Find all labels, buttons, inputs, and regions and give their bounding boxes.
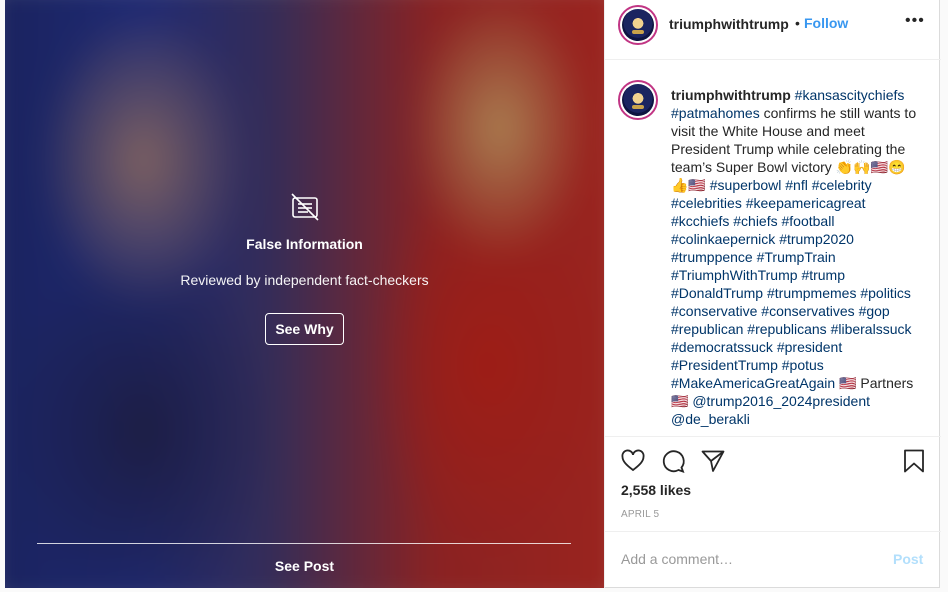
likes-count[interactable]: 2,558 likes xyxy=(621,482,691,498)
hashtag-link[interactable]: #liberalssuck xyxy=(831,321,912,337)
hashtag-link[interactable]: #keepamericagreat xyxy=(746,195,866,211)
fact-checkers-link[interactable]: independent fact-checkers xyxy=(264,272,428,288)
hashtag-link[interactable]: #patmahomes xyxy=(671,105,760,121)
post-sidebar: triumphwithtrump • Follow ••• triumphwit… xyxy=(604,0,941,588)
post-comment-button[interactable]: Post xyxy=(893,551,923,567)
hashtag-link[interactable]: #democratssuck xyxy=(671,339,773,355)
header-username[interactable]: triumphwithtrump xyxy=(669,16,789,32)
fact-check-overlay: False Information Reviewed by independen… xyxy=(5,190,604,345)
fact-check-reviewed: Reviewed by independent fact-checkers xyxy=(180,272,429,288)
hashtag-link[interactable]: #kcchiefs xyxy=(671,213,729,229)
hashtag-link[interactable]: #trumpmemes xyxy=(767,285,856,301)
hashtag-link[interactable]: #nfl xyxy=(785,177,808,193)
divider xyxy=(605,531,941,532)
caption-username[interactable]: triumphwithtrump xyxy=(671,87,791,103)
paper-plane-icon[interactable] xyxy=(700,448,726,474)
more-options-icon[interactable]: ••• xyxy=(905,12,925,30)
hashtag-link[interactable]: #potus xyxy=(782,357,824,373)
separator-dot: • xyxy=(795,15,800,31)
see-post-button[interactable]: See Post xyxy=(5,558,604,574)
post-date[interactable]: APRIL 5 xyxy=(621,509,659,520)
divider xyxy=(37,543,571,544)
see-why-button[interactable]: See Why xyxy=(265,313,344,345)
hashtag-link[interactable]: #celebrities xyxy=(671,195,742,211)
post-modal: False Information Reviewed by independen… xyxy=(5,0,941,588)
hashtag-link[interactable]: #republicans xyxy=(747,321,826,337)
follow-button[interactable]: Follow xyxy=(804,15,848,31)
hashtag-link[interactable]: #chiefs xyxy=(733,213,777,229)
bookmark-icon[interactable] xyxy=(901,448,927,474)
hashtag-link[interactable]: #celebrity xyxy=(812,177,872,193)
hashtag-link[interactable]: #republican xyxy=(671,321,743,337)
hashtag-link[interactable]: #superbowl xyxy=(710,177,782,193)
avatar[interactable] xyxy=(618,80,658,120)
hashtag-link[interactable]: #gop xyxy=(859,303,890,319)
fact-check-title: False Information xyxy=(246,236,363,252)
heart-icon[interactable] xyxy=(620,448,646,474)
hashtag-link[interactable]: #politics xyxy=(860,285,911,301)
hashtag-link[interactable]: #DonaldTrump xyxy=(671,285,763,301)
hashtag-link[interactable]: #colinkaepernick xyxy=(671,231,775,247)
no-news-icon xyxy=(290,193,319,221)
hashtag-link[interactable]: #PresidentTrump xyxy=(671,357,778,373)
divider xyxy=(605,436,941,437)
hashtag-link[interactable]: #TrumpTrain xyxy=(757,249,836,265)
post-header: triumphwithtrump • Follow ••• xyxy=(605,0,941,48)
hashtag-link[interactable]: #TriumphWithTrump xyxy=(671,267,798,283)
hashtag-link[interactable]: #kansascitychiefs xyxy=(795,87,905,103)
hashtag-link[interactable]: #MakeAmericaGreatAgain xyxy=(671,375,835,391)
hashtag-link[interactable]: #trump2020 xyxy=(779,231,854,247)
caption-text: #kansascitychiefs #patmahomes confirms h… xyxy=(671,87,916,427)
hashtag-link[interactable]: #trumppence xyxy=(671,249,753,265)
avatar[interactable] xyxy=(618,5,658,45)
post-media: False Information Reviewed by independen… xyxy=(5,0,604,588)
hashtag-link[interactable]: #football xyxy=(782,213,835,229)
hashtag-link[interactable]: #trump xyxy=(801,267,845,283)
hashtag-link[interactable]: @trump2016_2024president xyxy=(692,393,870,409)
comment-bubble-icon[interactable] xyxy=(660,448,686,474)
hashtag-link[interactable]: #conservative xyxy=(671,303,757,319)
comments-scroll-area[interactable]: triumphwithtrump #kansascitychiefs #patm… xyxy=(605,60,941,436)
hashtag-link[interactable]: #president xyxy=(777,339,842,355)
hashtag-link[interactable]: #conservatives xyxy=(761,303,854,319)
hashtag-link[interactable]: @de_berakli xyxy=(671,411,750,427)
comment-input[interactable] xyxy=(621,551,871,567)
post-caption: triumphwithtrump #kansascitychiefs #patm… xyxy=(671,86,919,428)
